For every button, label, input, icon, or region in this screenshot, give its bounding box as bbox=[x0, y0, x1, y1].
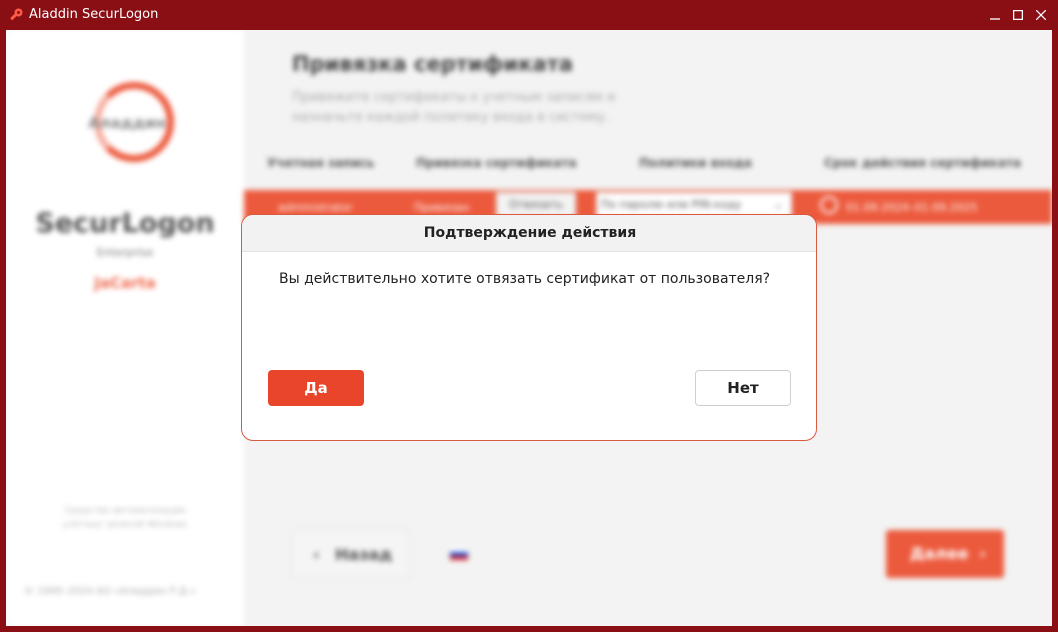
aladdin-key-icon bbox=[8, 7, 24, 23]
ru-flag-icon[interactable] bbox=[450, 548, 468, 560]
content-area: Аладдин SecurLogon Enterprise JaCarta Ср… bbox=[6, 30, 1052, 626]
column-header-validity: Срок действия сертификата bbox=[824, 156, 1021, 170]
product-edition: Enterprise bbox=[96, 246, 154, 259]
confirmation-dialog: Подтверждение действия Вы действительно … bbox=[241, 214, 817, 441]
sidebar: Аладдин SecurLogon Enterprise JaCarta Ср… bbox=[6, 30, 244, 626]
binding-status: Привязан bbox=[414, 201, 470, 214]
next-label: Далее bbox=[910, 544, 969, 563]
policy-value: По паролю или PIN-коду bbox=[601, 198, 742, 211]
close-icon bbox=[1036, 10, 1046, 20]
back-label: Назад bbox=[335, 545, 393, 564]
sidebar-note: Средство автоматизации учётных записей W… bbox=[62, 506, 187, 530]
minimize-icon bbox=[990, 18, 1000, 20]
back-button[interactable]: ‹ Назад bbox=[292, 530, 410, 578]
account-cell: administrator bbox=[278, 201, 353, 214]
no-button[interactable]: Нет bbox=[695, 370, 791, 406]
logo-text: Аладдин bbox=[88, 114, 166, 132]
page-title: Привязка сертификата bbox=[292, 52, 573, 76]
window-title: Aladdin SecurLogon bbox=[29, 7, 159, 22]
column-header-binding: Привязка сертификата bbox=[416, 156, 577, 170]
app-window: Aladdin SecurLogon Аладдин SecurLogon En… bbox=[0, 0, 1058, 632]
product-name: SecurLogon bbox=[35, 208, 215, 239]
chevron-right-icon: › bbox=[979, 544, 986, 563]
yes-button[interactable]: Да bbox=[268, 370, 364, 406]
column-header-account: Учетная запись bbox=[267, 156, 375, 170]
maximize-icon bbox=[1013, 10, 1023, 20]
dialog-message: Вы действительно хотите отвязать сертифи… bbox=[279, 271, 771, 287]
column-header-policy: Политики входа bbox=[639, 156, 752, 170]
dialog-title: Подтверждение действия bbox=[423, 225, 637, 241]
close-button[interactable] bbox=[1030, 5, 1052, 25]
minimize-button[interactable] bbox=[984, 5, 1006, 25]
clock-icon bbox=[820, 196, 838, 214]
copyright: © 1995–2024 АО «Аладдин Р.Д.» bbox=[24, 586, 196, 597]
dialog-header: Подтверждение действия bbox=[242, 215, 816, 252]
page-subtitle: Привяжите сертификаты к учетным записям … bbox=[292, 90, 616, 125]
next-button[interactable]: Далее › bbox=[886, 530, 1004, 578]
chevron-left-icon: ‹ bbox=[313, 545, 320, 564]
maximize-button[interactable] bbox=[1007, 5, 1029, 25]
validity-cell: 01.09.2024–01.09.2025 bbox=[846, 201, 978, 214]
token-name: JaCarta bbox=[94, 274, 156, 292]
title-bar[interactable]: Aladdin SecurLogon bbox=[0, 0, 1058, 30]
